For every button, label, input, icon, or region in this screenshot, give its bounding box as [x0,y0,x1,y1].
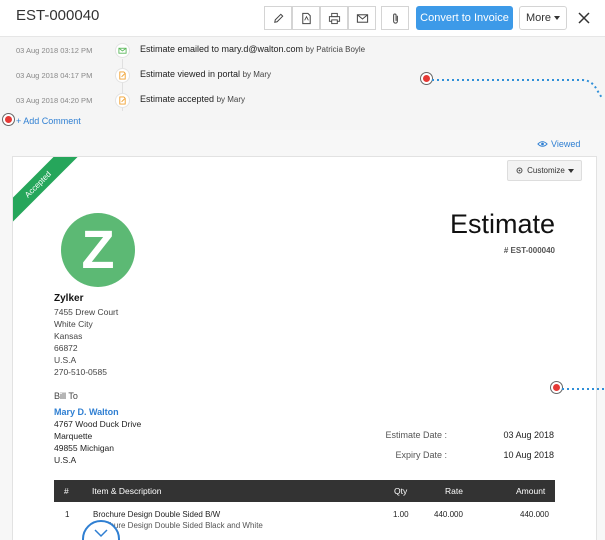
annotation-dot [3,114,14,125]
gear-icon [516,167,523,174]
add-comment-link[interactable]: + Add Comment [16,116,81,126]
email-button[interactable] [348,6,376,30]
close-icon [578,12,590,24]
org-address-line: Kansas [54,331,83,341]
chevron-icon [94,529,108,538]
estimate-document: Accepted Customize Z Estimate # EST-0000… [12,156,597,540]
customize-button[interactable]: Customize [507,160,582,181]
row-item-description: Brochure Design Double Sided Black and W… [93,521,263,530]
estimate-id-title: EST-000040 [16,7,100,24]
printer-icon [328,12,340,24]
pdf-icon [301,12,311,24]
org-phone: 270-510-0585 [54,367,107,377]
annotation-dot [421,73,432,84]
estimate-date-label: Estimate Date : [385,430,447,440]
activity-time: 03 Aug 2018 03:12 PM [16,46,93,55]
annotation-dot [551,382,562,393]
bill-to-address-line: Marquette [54,431,93,441]
caret-down-icon [554,16,561,20]
row-qty: 1.00 [393,510,409,519]
caret-down-icon [567,168,574,173]
edit-button[interactable] [264,6,292,30]
expiry-date-value: 10 Aug 2018 [503,450,554,460]
activity-text: Estimate viewed in portal by Mary [140,69,272,79]
convert-to-invoice-button[interactable]: Convert to Invoice [416,6,513,30]
col-num: # [64,486,69,496]
annotation-line [562,388,605,390]
row-rate: 440.000 [434,510,463,519]
col-rate: Rate [445,486,463,496]
document-title: Estimate [449,209,555,239]
activity-time: 03 Aug 2018 04:20 PM [16,96,93,105]
bill-to-name[interactable]: Mary D. Walton [54,407,119,417]
bill-to-address-line: U.S.A [54,455,77,465]
accepted-ribbon-label: Accepted [13,157,80,226]
activity-text: Estimate emailed to mary.d@walton.com by… [140,44,366,54]
org-address-line: White City [54,319,93,329]
viewed-label: Viewed [551,139,581,149]
accepted-ribbon: Accepted [13,157,82,226]
print-button[interactable] [320,6,348,30]
col-qty: Qty [394,486,408,496]
document-icon [115,68,130,83]
document-icon [115,93,130,108]
mail-icon [115,43,130,58]
org-address-line: 7455 Drew Court [54,307,119,317]
close-button[interactable] [576,8,592,28]
org-name: Zylker [54,293,84,304]
annotation-line [432,79,603,99]
estimate-detail-page: EST-000040 Convert to Invoice More 03 Au… [0,0,605,540]
col-item: Item & Description [92,486,162,496]
activity-item: 03 Aug 2018 03:12 PM Estimate emailed to… [0,41,605,61]
row-item: Brochure Design Double Sided B/W [93,510,221,519]
mail-icon [356,13,368,23]
attach-button[interactable] [381,6,409,30]
activity-time: 03 Aug 2018 04:17 PM [16,71,93,80]
header-bar: EST-000040 Convert to Invoice More [0,0,605,36]
row-num: 1 [65,510,70,519]
bill-to-address-line: 49855 Michigan [54,443,115,453]
bill-to-address-line: 4767 Wood Duck Drive [54,419,142,429]
activity-text: Estimate accepted by Mary [140,94,246,104]
org-address-line: 66872 [54,343,78,353]
row-amount: 440.000 [520,510,549,519]
items-table-header: # Item & Description Qty Rate Amount [54,480,555,502]
customize-label: Customize [527,166,565,175]
eye-icon [537,141,548,147]
document-number: # EST-000040 [503,246,555,255]
more-label: More [525,12,552,24]
more-menu-button[interactable]: More [519,6,567,30]
paperclip-icon [392,13,398,24]
expiry-date-label: Expiry Date : [395,450,447,460]
viewed-status: Viewed [537,139,580,149]
company-logo: Z [61,213,135,287]
pdf-button[interactable] [292,6,320,30]
org-address-line: U.S.A [54,355,77,365]
col-amount: Amount [516,486,546,496]
estimate-date-value: 03 Aug 2018 [503,430,554,440]
pencil-icon [273,13,283,23]
bill-to-label: Bill To [54,391,78,401]
